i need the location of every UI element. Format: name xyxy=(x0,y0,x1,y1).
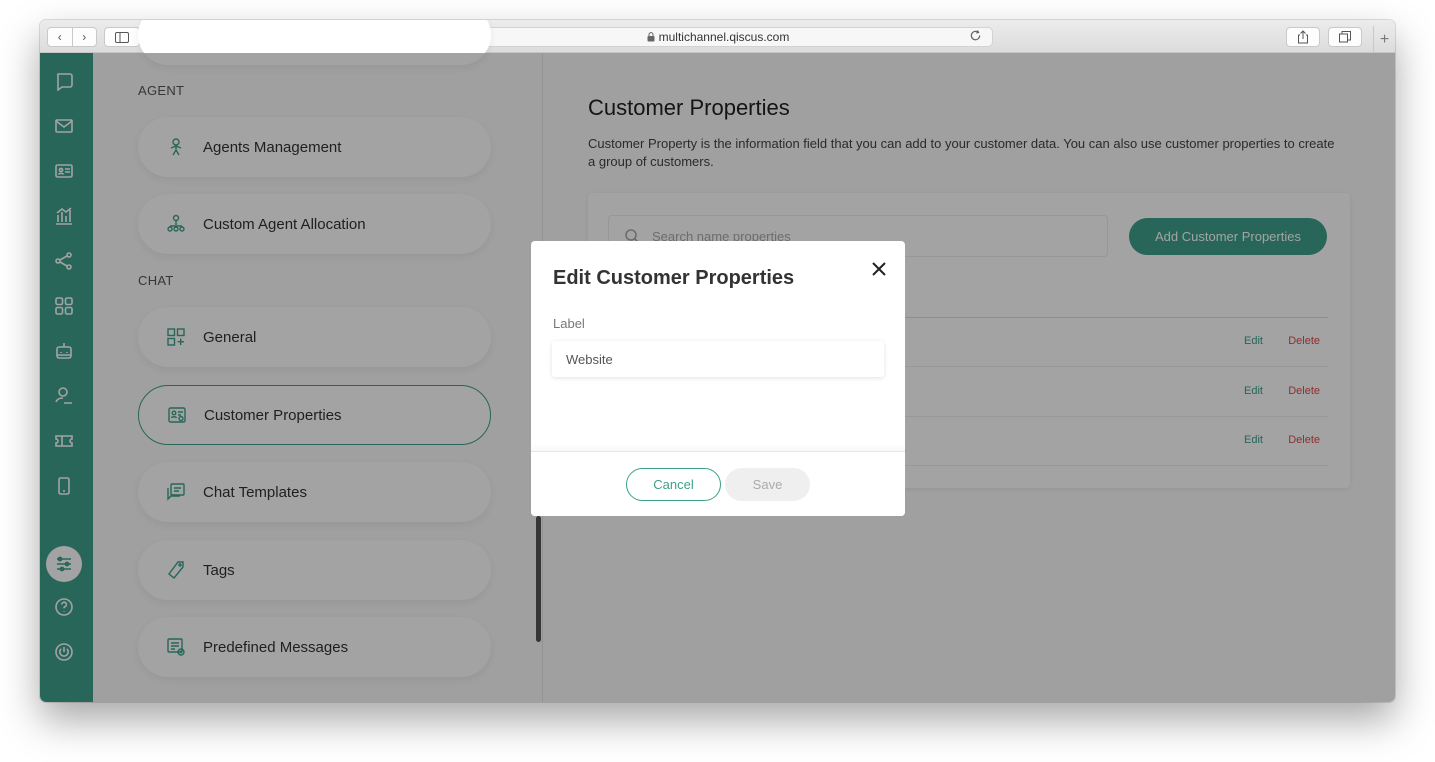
sidebar-toggle-button[interactable] xyxy=(104,27,140,47)
cancel-button[interactable]: Cancel xyxy=(626,468,721,501)
sidebar-icon xyxy=(115,31,129,43)
share-icon xyxy=(1298,30,1308,44)
footer-shade xyxy=(531,443,905,452)
nav-buttons: ‹ › xyxy=(47,27,97,47)
tabs-icon xyxy=(1339,31,1351,43)
app-area: AGENT Agents Management Custom Agent All… xyxy=(40,20,1395,702)
modal-footer: Cancel Save xyxy=(531,443,905,516)
back-button[interactable]: ‹ xyxy=(48,28,73,46)
forward-button[interactable]: › xyxy=(73,28,97,46)
new-tab-button[interactable]: + xyxy=(1373,26,1395,53)
address-text: multichannel.qiscus.com xyxy=(658,30,790,44)
browser-window: ‹ › multichannel.qiscus.com + AGENT Agen… xyxy=(40,20,1395,702)
lock-icon xyxy=(647,32,655,42)
share-button[interactable] xyxy=(1286,27,1320,47)
close-button[interactable] xyxy=(868,258,890,280)
label-input[interactable] xyxy=(552,341,884,377)
tabs-overview-button[interactable] xyxy=(1328,27,1362,47)
edit-customer-properties-modal: Edit Customer Properties Label Cancel Sa… xyxy=(531,241,905,516)
address-bar[interactable]: multichannel.qiscus.com xyxy=(443,27,993,47)
close-icon xyxy=(872,262,886,276)
save-button[interactable]: Save xyxy=(725,468,810,501)
label-field-label: Label xyxy=(553,316,585,331)
reload-icon[interactable] xyxy=(969,29,982,42)
modal-title: Edit Customer Properties xyxy=(553,267,795,289)
